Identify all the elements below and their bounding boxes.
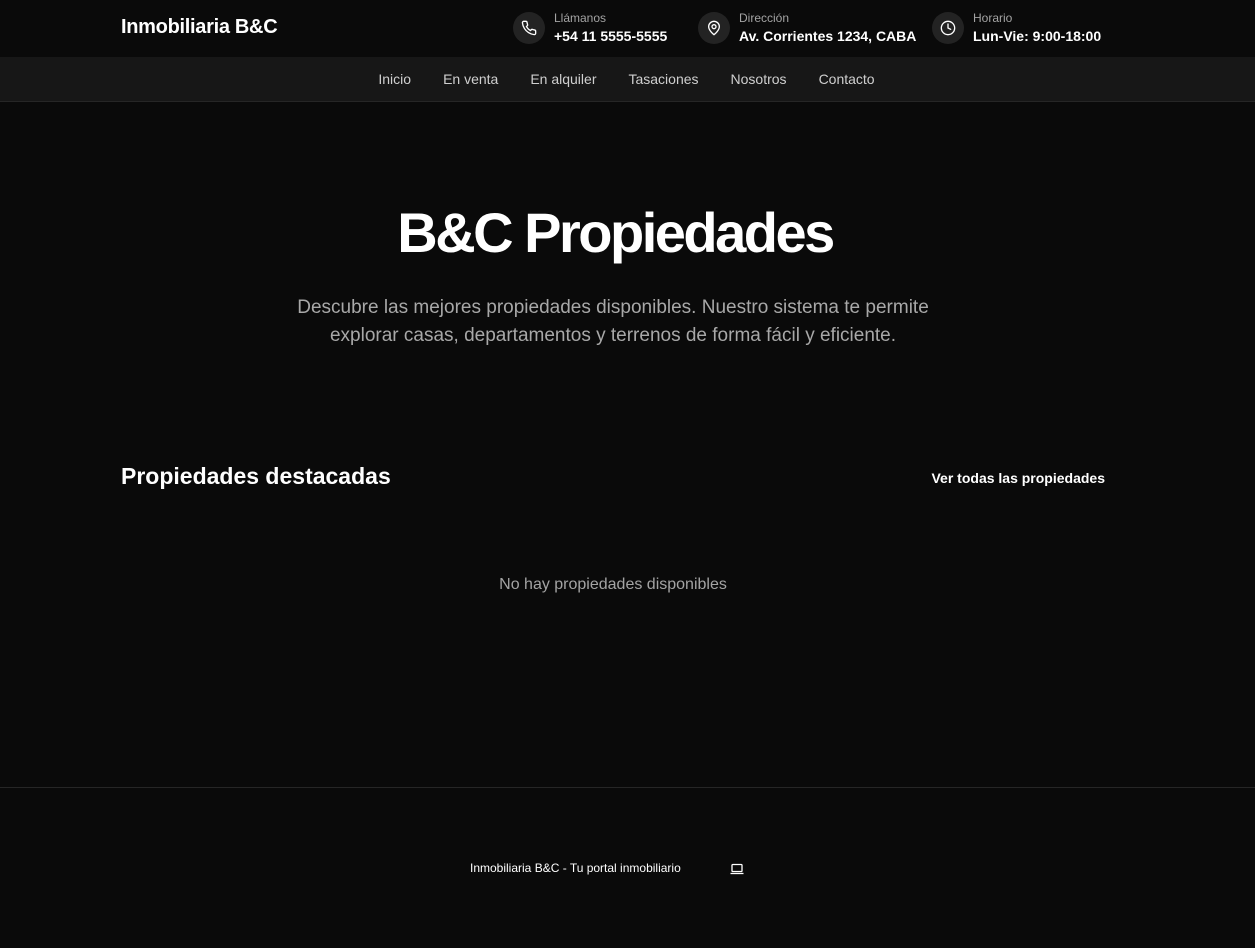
nav-item-tasaciones[interactable]: Tasaciones [628, 71, 698, 87]
laptop-icon[interactable] [729, 862, 745, 876]
see-all-properties-link[interactable]: Ver todas las propiedades [931, 470, 1105, 486]
hero-subtitle: Descubre las mejores propiedades disponi… [297, 297, 929, 346]
contact-address-value: Av. Corrientes 1234, CABA [739, 27, 917, 44]
phone-icon [513, 12, 545, 44]
empty-state-message: No hay propiedades disponibles [499, 576, 727, 593]
contact-hours-value: Lun-Vie: 9:00-18:00 [973, 27, 1102, 44]
nav-item-en-alquiler[interactable]: En alquiler [530, 71, 596, 87]
featured-section-title: Propiedades destacadas [121, 463, 391, 489]
nav-item-contacto[interactable]: Contacto [819, 71, 875, 87]
contact-hours-label: Horario [973, 10, 1013, 25]
footer-text: Inmobiliaria B&C - Tu portal inmobiliari… [470, 861, 681, 875]
main-nav: Inicio En venta En alquiler Tasaciones N… [0, 57, 1255, 102]
top-bar: Inmobiliaria B&C Llámanos +54 11 5555-55… [0, 0, 1255, 57]
nav-item-inicio[interactable]: Inicio [378, 71, 411, 87]
contact-address[interactable]: Dirección Av. Corrientes 1234, CABA [698, 10, 916, 46]
nav-item-en-venta[interactable]: En venta [443, 71, 498, 87]
brand-logo[interactable]: Inmobiliaria B&C [121, 16, 278, 39]
contact-phone[interactable]: Llámanos +54 11 5555-5555 [513, 10, 667, 46]
map-pin-icon [698, 12, 730, 44]
hero-title: B&C Propiedades [397, 201, 835, 264]
nav-item-nosotros[interactable]: Nosotros [731, 71, 787, 87]
footer: Inmobiliaria B&C - Tu portal inmobiliari… [0, 787, 1255, 948]
contact-phone-value: +54 11 5555-5555 [554, 27, 668, 44]
clock-icon [932, 12, 964, 44]
contact-phone-label: Llámanos [554, 10, 607, 25]
contact-hours: Horario Lun-Vie: 9:00-18:00 [932, 10, 1101, 46]
contact-address-label: Dirección [739, 10, 790, 25]
